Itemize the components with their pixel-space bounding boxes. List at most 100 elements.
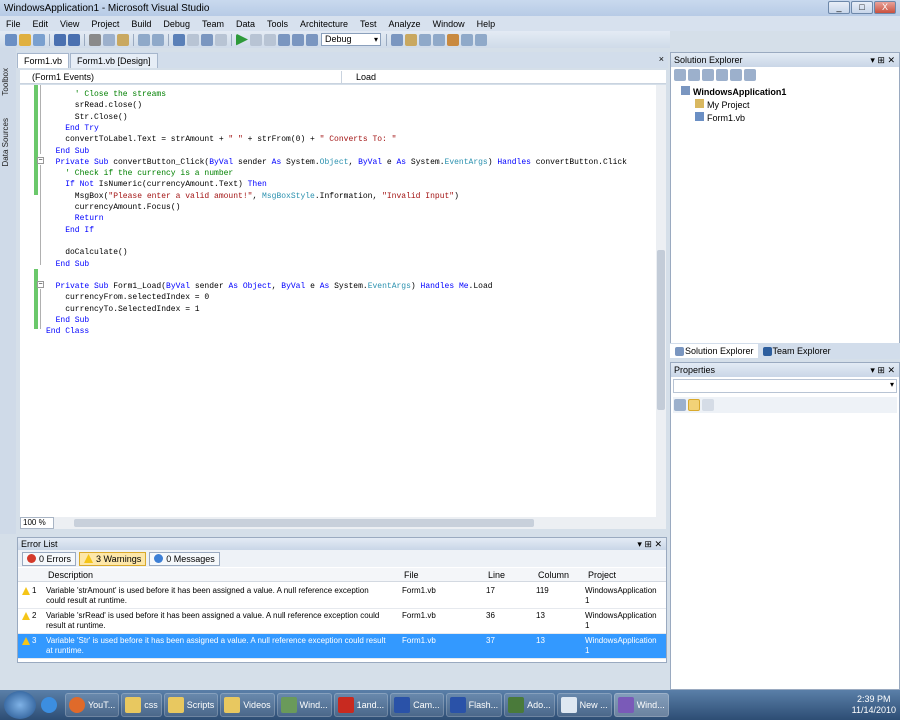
column-file[interactable]: File [404,570,419,580]
code-line[interactable]: If Not IsNumeric(currencyAmount.Text) Th… [65,179,267,190]
toolbox-tab[interactable]: Toolbox [1,68,14,96]
solution-explorer-icon[interactable] [405,33,417,46]
messages-filter-button[interactable]: 0 Messages [149,551,220,566]
code-editor[interactable]: − − ' Close the streams srRead.close() Str… [20,85,656,517]
code-line[interactable]: currencyTo.SelectedIndex = 1 [65,304,199,315]
alphabetical-icon[interactable] [688,399,700,411]
project-root[interactable]: WindowsApplication1 [681,86,786,97]
property-pages-icon[interactable] [702,399,714,411]
column-line[interactable]: Line [488,570,505,580]
step-out-icon[interactable] [306,33,318,46]
find-icon[interactable] [391,33,403,46]
code-line[interactable]: End Try [65,123,99,134]
task-new[interactable]: New ... [556,693,612,717]
code-line[interactable]: srRead.close() [75,100,142,111]
code-line[interactable]: ' Check if the currency is a number [65,168,233,179]
menu-view[interactable]: View [54,19,85,29]
errors-filter-button[interactable]: 0 Errors [22,551,77,566]
close-document-icon[interactable]: × [659,54,664,64]
tab-form1-design[interactable]: Form1.vb [Design] [70,53,158,68]
code-line[interactable]: currencyAmount.Focus() [75,202,181,213]
menu-file[interactable]: File [0,19,27,29]
properties-icon[interactable] [419,33,431,46]
collapse-form1load-icon[interactable]: − [37,281,44,288]
menu-project[interactable]: Project [85,19,125,29]
new-project-icon[interactable] [5,33,17,46]
editor-vertical-scrollbar[interactable] [656,85,666,517]
tree-item-form1[interactable]: Form1.vb [695,112,745,123]
categorized-icon[interactable] [674,399,686,411]
menu-team[interactable]: Team [196,19,230,29]
tree-item-my-project[interactable]: My Project [695,99,750,110]
menu-architecture[interactable]: Architecture [294,19,354,29]
code-line[interactable]: currencyFrom.selectedIndex = 0 [65,292,209,303]
add-item-icon[interactable] [33,33,45,46]
pause-icon[interactable] [250,33,262,46]
code-line[interactable]: Return [75,213,104,224]
view-designer-icon[interactable] [730,69,742,81]
code-line[interactable]: End Sub [56,315,90,326]
task-scripts[interactable]: Scripts [163,693,219,717]
tab-team-explorer[interactable]: Team Explorer [758,344,835,358]
stop-icon[interactable] [264,33,276,46]
task-camtasia[interactable]: Cam... [390,693,444,717]
panel-controls-icon[interactable]: ▾ ⊞ ✕ [870,363,895,377]
column-column[interactable]: Column [538,570,569,580]
menu-edit[interactable]: Edit [27,19,55,29]
code-line[interactable]: Private Sub Form1_Load(ByVal sender As O… [56,281,493,292]
class-diagram-icon[interactable] [744,69,756,81]
task-visual-studio[interactable]: Wind... [613,693,669,717]
task-flash[interactable]: Flash... [445,693,503,717]
panel-controls-icon[interactable]: ▾ ⊞ ✕ [870,53,895,67]
error-row[interactable]: 2 Variable 'srRead' is used before it ha… [18,609,666,634]
navigate-forward-icon[interactable] [215,33,227,46]
object-browser-icon[interactable] [433,33,445,46]
menu-help[interactable]: Help [471,19,502,29]
task-adobe[interactable]: Ado... [504,693,555,717]
error-row[interactable]: 1 Variable 'strAmount' is used before it… [18,584,666,609]
class-name-select[interactable]: (Form1 Events) [20,71,342,83]
menu-build[interactable]: Build [125,19,157,29]
task-videos[interactable]: Videos [220,693,275,717]
scroll-thumb[interactable] [657,250,665,410]
method-name-select[interactable]: Load [344,71,664,83]
menu-debug[interactable]: Debug [157,19,196,29]
menu-data[interactable]: Data [230,19,261,29]
start-button[interactable] [4,691,36,719]
maximize-button[interactable]: □ [851,1,873,14]
task-css[interactable]: css [121,693,162,717]
extension-manager-icon[interactable] [475,33,487,46]
code-line[interactable]: Str.Close() [75,112,128,123]
error-row-selected[interactable]: 3 Variable 'Str' is used before it has b… [18,634,666,659]
tab-form1-code[interactable]: Form1.vb [17,53,70,68]
ie-icon[interactable] [38,693,63,717]
code-line[interactable]: End Class [46,326,89,337]
undo-icon[interactable] [173,33,185,46]
object-selector[interactable]: ▾ [673,379,897,393]
paste-icon[interactable] [117,33,129,46]
show-all-files-icon[interactable] [688,69,700,81]
horizontal-scroll-thumb[interactable] [74,519,534,527]
task-wind-1[interactable]: Wind... [276,693,332,717]
code-line[interactable]: MsgBox("Please enter a valid amount!", M… [75,191,459,202]
data-sources-tab[interactable]: Data Sources [1,118,14,166]
task-1and1[interactable]: 1and... [333,693,389,717]
copy-icon[interactable] [103,33,115,46]
column-project[interactable]: Project [588,570,616,580]
tab-solution-explorer[interactable]: Solution Explorer [670,344,758,358]
system-clock[interactable]: 2:39 PM 11/14/2010 [852,694,896,716]
zoom-select[interactable]: 100 % [20,517,54,529]
code-line[interactable]: End Sub [56,146,90,157]
close-panel-icon[interactable]: ▾ ⊞ ✕ [637,538,662,550]
code-line[interactable]: doCalculate() [65,247,127,258]
code-line[interactable]: ' Close the streams [75,89,166,100]
menu-analyze[interactable]: Analyze [383,19,427,29]
column-description[interactable]: Description [48,570,93,580]
cut-icon[interactable] [89,33,101,46]
menu-test[interactable]: Test [354,19,383,29]
navigate-back-icon[interactable] [201,33,213,46]
save-all-icon[interactable] [68,33,80,46]
redo-icon[interactable] [187,33,199,46]
close-button[interactable]: X [874,1,896,14]
step-into-icon[interactable] [278,33,290,46]
